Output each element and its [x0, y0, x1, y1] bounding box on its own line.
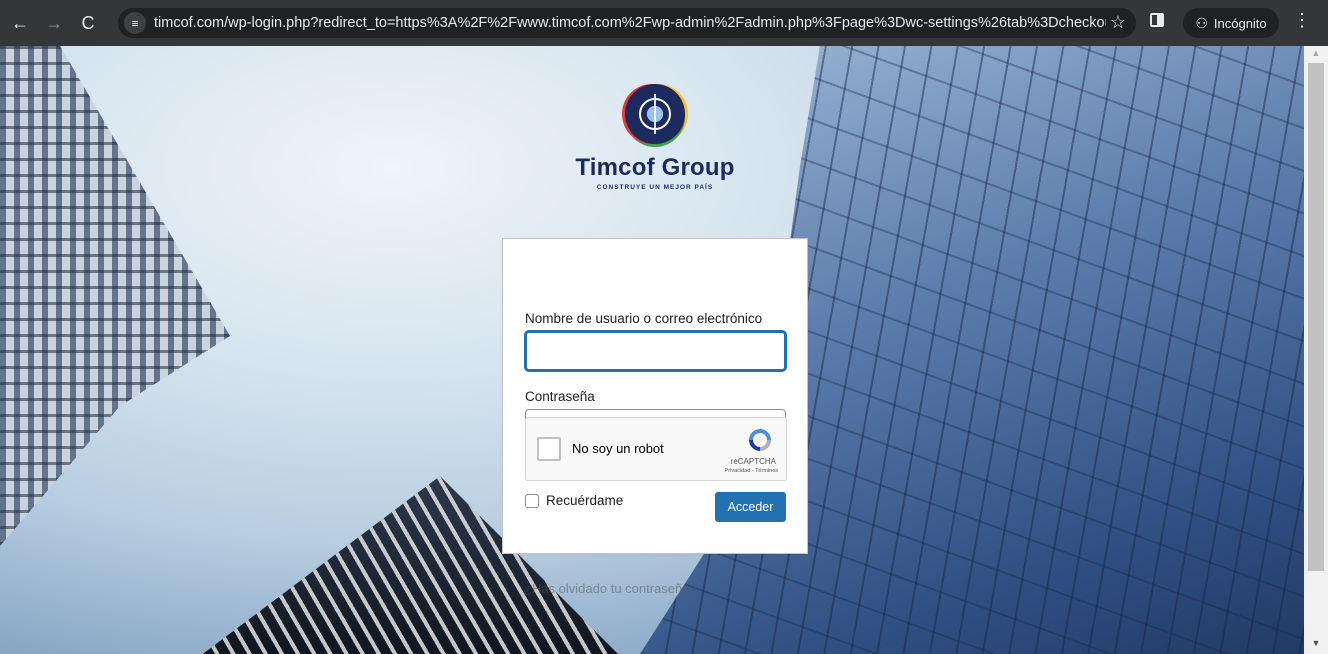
tune-icon: ≡ [131, 16, 139, 30]
recaptcha-checkbox[interactable] [537, 437, 561, 461]
remember-me-checkbox[interactable] [525, 493, 539, 508]
side-panel-icon[interactable] [1150, 13, 1164, 27]
login-submit-button[interactable]: Acceder [715, 492, 786, 522]
scrollbar-thumb[interactable] [1308, 63, 1324, 571]
incognito-label: Incógnito [1213, 15, 1267, 31]
password-label: Contraseña [525, 389, 595, 404]
bookmark-star-icon[interactable]: ☆ [1110, 12, 1126, 33]
incognito-badge[interactable]: ⚇ Incógnito [1183, 8, 1279, 38]
scroll-up-arrow-icon[interactable]: ▲ [1304, 48, 1328, 60]
login-form: Nombre de usuario o correo electrónico C… [502, 238, 808, 554]
globe-puzzle-logo-icon [625, 84, 685, 144]
site-logo[interactable]: Timcof Group CONSTRUYE UN MEJOR PAÍS [565, 84, 745, 191]
reload-button[interactable]: C [74, 9, 102, 37]
arrow-right-icon: → [45, 12, 63, 33]
page-scrollbar[interactable]: ▲ ▼ [1304, 46, 1328, 654]
recaptcha-privacy-terms-link[interactable]: Privacidad - Términos [725, 468, 778, 474]
back-button[interactable]: ← [6, 9, 34, 37]
forward-button[interactable]: → [40, 9, 68, 37]
logo-tagline: CONSTRUYE UN MEJOR PAÍS [596, 184, 714, 191]
incognito-icon: ⚇ [1195, 14, 1208, 31]
lost-password-link[interactable]: ¿Has olvidado tu contraseña? [524, 581, 697, 596]
logo-name: Timcof Group [575, 154, 735, 181]
recaptcha-logo-icon [749, 429, 771, 451]
url-text[interactable]: timcof.com/wp-login.php?redirect_to=http… [154, 15, 1106, 31]
username-input[interactable] [525, 331, 786, 371]
site-info-icon[interactable]: ≡ [124, 12, 146, 34]
recaptcha-brand: reCAPTCHA [730, 457, 776, 466]
browser-toolbar: ← → C ≡ timcof.com/wp-login.php?redirect… [0, 0, 1328, 46]
reload-icon: C [81, 12, 95, 33]
address-bar[interactable]: ≡ timcof.com/wp-login.php?redirect_to=ht… [118, 8, 1136, 38]
remember-me-label[interactable]: Recuérdame [546, 493, 623, 508]
building-image-left-windows [0, 46, 230, 546]
recaptcha-label: No soy un robot [572, 441, 664, 456]
more-vert-icon: ⋮ [1293, 10, 1311, 30]
remember-me[interactable]: Recuérdame [525, 493, 623, 508]
arrow-left-icon: ← [11, 12, 29, 33]
scroll-down-arrow-icon[interactable]: ▼ [1304, 638, 1328, 650]
browser-menu-button[interactable]: ⋮ [1292, 10, 1312, 31]
username-label: Nombre de usuario o correo electrónico [525, 311, 763, 326]
recaptcha-widget: No soy un robot reCAPTCHA Privacidad - T… [525, 417, 787, 481]
